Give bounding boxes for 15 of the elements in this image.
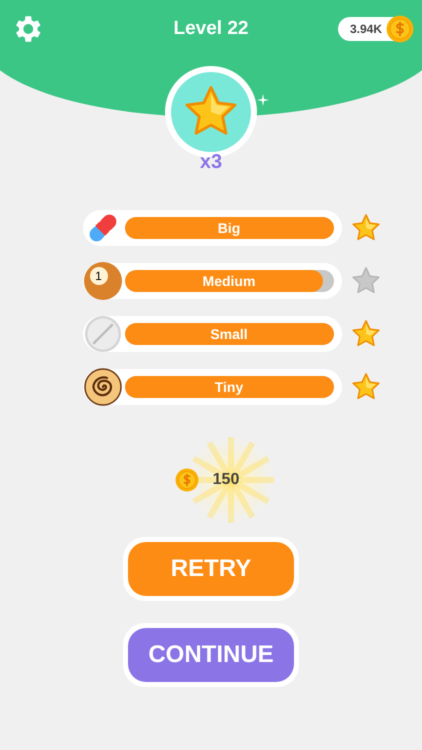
size-label: Tiny [214, 378, 244, 397]
star-multiplier: x3 [200, 152, 222, 172]
tablet-icon [84, 315, 122, 353]
size-label: Small [209, 325, 249, 344]
size-label: Big [216, 219, 242, 238]
swirl-roll-icon [84, 368, 122, 406]
sparkle-icon [257, 94, 269, 106]
continue-button[interactable]: CONTINUE [128, 628, 294, 682]
level-title: Level 22 [174, 16, 248, 41]
coin-balance: 3.94K [338, 17, 412, 41]
size-label: Medium [202, 272, 256, 291]
retry-button[interactable]: RETRY [128, 542, 294, 596]
earned-coins: 150 [212, 470, 240, 490]
coin-icon [386, 15, 414, 43]
coin-icon [174, 468, 199, 492]
